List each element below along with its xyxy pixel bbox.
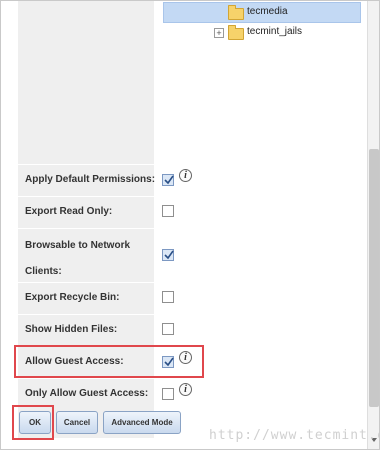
- only-allow-guest-access-label: Only Allow Guest Access:: [25, 388, 149, 399]
- vertical-scrollbar[interactable]: [367, 1, 379, 449]
- browsable-checkbox[interactable]: [162, 249, 174, 261]
- information-icon[interactable]: i: [179, 351, 192, 364]
- folder-tree: tecmedia + tecmint_jails: [161, 1, 361, 161]
- watermark-text: http://www.tecmint.com: [209, 428, 379, 443]
- allow-guest-access-checkbox[interactable]: [162, 356, 174, 368]
- apply-default-permissions-checkbox[interactable]: [162, 174, 174, 186]
- tree-item-label[interactable]: tecmint_jails: [247, 26, 302, 37]
- allow-guest-access-label: Allow Guest Access:: [25, 356, 124, 367]
- folder-icon: [228, 5, 244, 20]
- share-settings-panel: tecmedia + tecmint_jails Apply Default P…: [0, 0, 380, 450]
- folder-icon: [228, 25, 244, 40]
- export-recycle-bin-label: Export Recycle Bin:: [25, 292, 120, 303]
- information-icon[interactable]: i: [179, 383, 192, 396]
- expand-icon[interactable]: +: [214, 28, 224, 38]
- ok-button[interactable]: OK: [19, 411, 51, 434]
- export-read-only-checkbox[interactable]: [162, 205, 174, 217]
- browsable-label: Browsable to Network Clients:: [25, 240, 131, 277]
- scrollbar-thumb[interactable]: [369, 149, 379, 407]
- advanced-mode-button[interactable]: Advanced Mode: [103, 411, 181, 434]
- show-hidden-files-checkbox[interactable]: [162, 323, 174, 335]
- export-recycle-bin-checkbox[interactable]: [162, 291, 174, 303]
- information-icon[interactable]: i: [179, 169, 192, 182]
- export-read-only-label: Export Read Only:: [25, 206, 113, 217]
- show-hidden-files-label: Show Hidden Files:: [25, 324, 118, 335]
- apply-default-permissions-label: Apply Default Permissions:: [25, 174, 156, 185]
- cancel-button[interactable]: Cancel: [56, 411, 98, 434]
- only-allow-guest-access-checkbox[interactable]: [162, 388, 174, 400]
- tree-item-label: tecmedia: [247, 6, 288, 17]
